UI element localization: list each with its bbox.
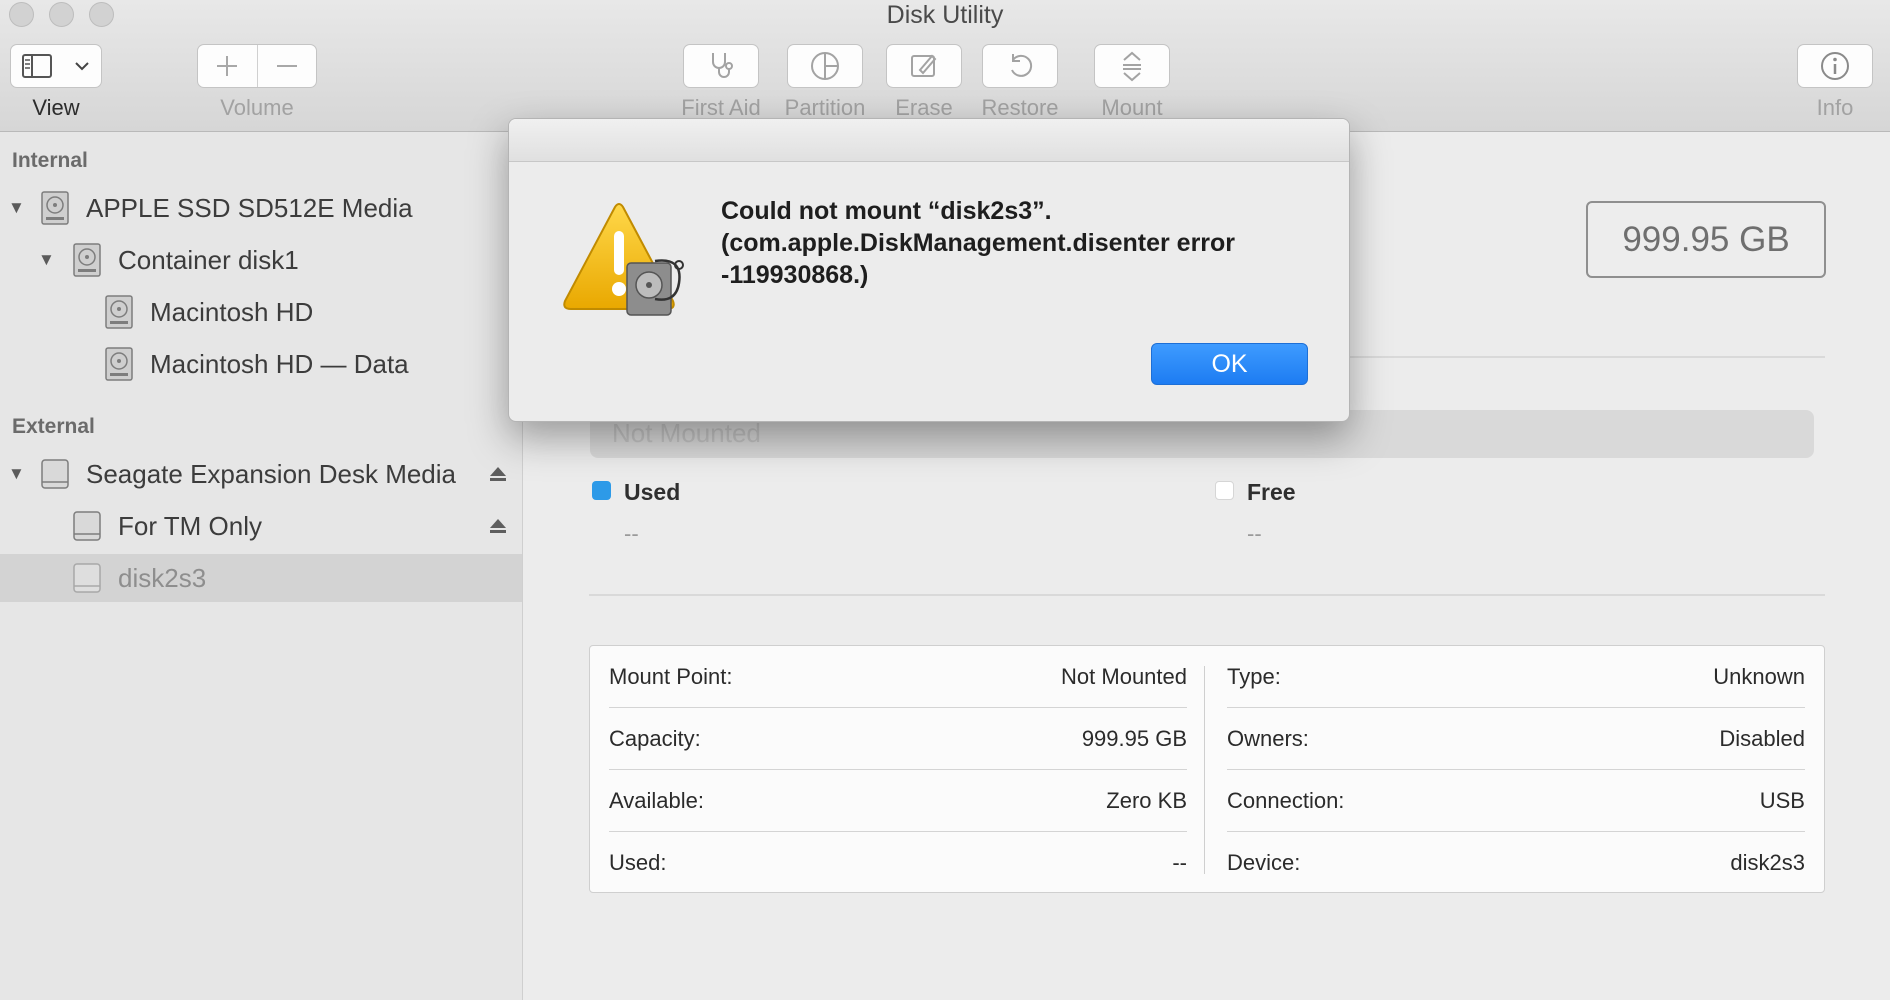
detail-key: Capacity: [609,725,701,751]
restore-icon [1011,54,1033,77]
detail-key: Owners: [1227,725,1309,751]
eject-icon[interactable] [488,516,508,536]
sidebar-item-label: disk2s3 [118,562,207,593]
disclosure-triangle-icon[interactable]: ▼ [38,250,55,270]
sidebar-icon [22,54,52,78]
sidebar-item-label: Macintosh HD — Data [150,348,409,379]
detail-value: Not Mounted [1061,663,1187,689]
sidebar-item-label: Macintosh HD [150,296,314,327]
detail-key: Device: [1227,850,1301,875]
minus-icon [276,65,297,67]
detail-row-used: Used: -- [609,832,1187,894]
detail-value: Unknown [1713,663,1805,689]
sidebar: Internal ▼ APPLE SSD SD512E Media ▼ Cont… [0,132,523,1000]
sidebar-item-for-tm-only[interactable]: For TM Only [0,502,522,550]
detail-row-mount-point: Mount Point: Not Mounted [609,646,1187,708]
external-volume-icon [73,511,101,541]
remove-volume-button[interactable] [258,54,317,78]
free-legend-label: Free [1247,479,1296,505]
ok-button[interactable]: OK [1151,343,1308,385]
alert-message: Could not mount “disk2s3”. (com.apple.Di… [721,197,1236,289]
detail-value: 999.95 GB [1081,725,1187,751]
detail-key: Used: [609,850,667,875]
eject-icon[interactable] [488,464,508,484]
capacity-display: 999.95 GB [1586,201,1826,278]
divider [589,594,1825,596]
details-table: Mount Point: Not Mounted Capacity: 999.9… [589,645,1825,893]
volume-disk-icon [105,295,133,329]
volume-label: Volume [220,95,294,120]
detail-value: USB [1759,787,1805,813]
sidebar-item-macintosh-hd[interactable]: Macintosh HD [0,288,522,336]
detail-value: disk2s3 [1730,850,1805,875]
partition-button[interactable] [787,44,863,88]
sidebar-item-container-disk1[interactable]: ▼ Container disk1 [0,236,522,284]
volume-segmented-control [197,44,317,88]
disclosure-triangle-icon[interactable]: ▼ [8,198,25,218]
stethoscope-icon [712,53,733,78]
alert-dialog: Could not mount “disk2s3”. (com.apple.Di… [508,118,1350,422]
detail-value: Disabled [1719,725,1805,751]
mount-button[interactable] [1094,44,1170,88]
add-volume-button[interactable] [198,54,257,78]
dialog-title-bar [509,119,1349,162]
external-section-header: External [12,415,95,438]
free-legend-swatch [1215,481,1234,500]
pie-chart-icon [811,52,839,80]
info-button[interactable] [1797,44,1873,88]
internal-disk-icon [41,191,69,225]
detail-key: Type: [1227,663,1281,689]
erase-button[interactable] [886,44,962,88]
toolbar: Disk Utility View Volume First Aid Parti… [0,0,1890,132]
detail-value: Zero KB [1106,787,1187,813]
volume-disk-icon [105,347,133,381]
detail-row-available: Available: Zero KB [609,770,1187,832]
first-aid-button[interactable] [683,44,759,88]
container-disk-icon [73,243,101,277]
sidebar-item-seagate[interactable]: ▼ Seagate Expansion Desk Media [0,450,522,498]
detail-key: Mount Point: [609,663,733,689]
used-legend-label: Used [624,479,681,505]
sidebar-item-label: Container disk1 [118,244,299,275]
erase-icon [911,54,937,77]
window-title: Disk Utility [886,1,1004,29]
detail-value: -- [1172,850,1187,875]
chevron-down-icon [75,62,89,71]
detail-row-type: Type: Unknown [1227,646,1805,708]
used-legend-value: -- [624,521,639,546]
used-legend-swatch [592,481,611,500]
caution-icon [563,203,684,316]
plus-icon [217,56,238,76]
sidebar-item-label: Seagate Expansion Desk Media [86,458,457,489]
view-button[interactable] [10,44,102,88]
sidebar-item-label: APPLE SSD SD512E Media [86,192,413,223]
external-disk-icon [41,459,69,489]
disclosure-triangle-icon[interactable]: ▼ [8,464,25,484]
detail-row-owners: Owners: Disabled [1227,708,1805,770]
detail-key: Connection: [1227,787,1345,813]
free-legend-value: -- [1247,521,1262,546]
detail-key: Available: [609,787,704,813]
detail-row-capacity: Capacity: 999.95 GB [609,708,1187,770]
view-label: View [32,95,80,120]
sidebar-item-label: For TM Only [118,510,262,541]
detail-row-device: Device: disk2s3 [1227,832,1805,894]
restore-button[interactable] [982,44,1058,88]
detail-row-connection: Connection: USB [1227,770,1805,832]
sidebar-item-macintosh-hd-data[interactable]: Macintosh HD — Data [0,340,522,388]
sidebar-item-disk2s3[interactable]: disk2s3 [0,554,522,602]
info-icon [1821,52,1849,80]
info-label: Info [1816,95,1854,120]
sidebar-item-apple-ssd[interactable]: ▼ APPLE SSD SD512E Media [0,184,522,232]
external-volume-icon [73,563,101,593]
mount-icon [1123,51,1141,82]
details-column-divider [1204,666,1205,874]
internal-section-header: Internal [12,149,88,172]
usage-status-text: Not Mounted [612,418,761,448]
